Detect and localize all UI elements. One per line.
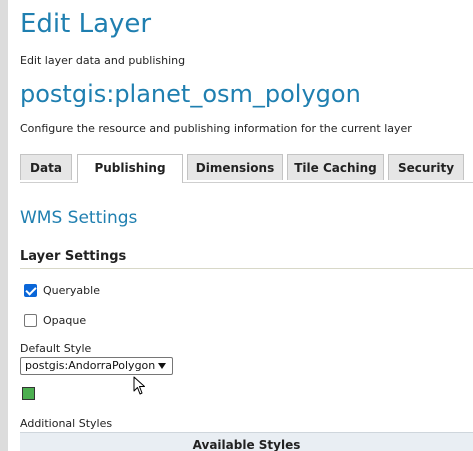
queryable-label: Queryable [43, 283, 100, 297]
left-panel-edge [0, 0, 8, 451]
layer-description: Configure the resource and publishing in… [20, 122, 412, 135]
tab-bar: Data Publishing Dimensions Tile Caching … [20, 154, 473, 183]
wms-settings-title: WMS Settings [20, 208, 138, 228]
tab-security[interactable]: Security [388, 154, 464, 180]
queryable-checkbox[interactable] [24, 283, 37, 297]
page-title: Edit Layer [20, 9, 152, 39]
layer-settings-divider [20, 268, 473, 269]
default-style-value: postgis:AndorraPolygon [25, 359, 156, 372]
tab-tile-caching[interactable]: Tile Caching [287, 154, 384, 180]
tab-publishing[interactable]: Publishing [77, 154, 183, 183]
available-styles-header: Available Styles [20, 432, 473, 451]
page-subtitle: Edit layer data and publishing [20, 54, 186, 67]
opaque-label: Opaque [43, 313, 87, 327]
edit-layer-page: Edit Layer Edit layer data and publishin… [0, 0, 473, 451]
mouse-cursor-icon [133, 376, 145, 395]
queryable-row: Queryable [24, 282, 100, 298]
tab-dimensions[interactable]: Dimensions [187, 154, 283, 180]
default-style-label: Default Style [20, 342, 92, 355]
opaque-checkbox[interactable] [24, 313, 37, 327]
opaque-row: Opaque [24, 312, 86, 328]
default-style-select[interactable]: postgis:AndorraPolygon [20, 357, 173, 375]
layer-name: postgis:planet_osm_polygon [20, 80, 361, 108]
dropdown-arrow-icon [158, 363, 166, 369]
tab-data[interactable]: Data [20, 154, 72, 180]
style-legend-swatch [22, 387, 35, 400]
layer-settings-title: Layer Settings [20, 249, 127, 264]
additional-styles-label: Additional Styles [20, 417, 113, 430]
